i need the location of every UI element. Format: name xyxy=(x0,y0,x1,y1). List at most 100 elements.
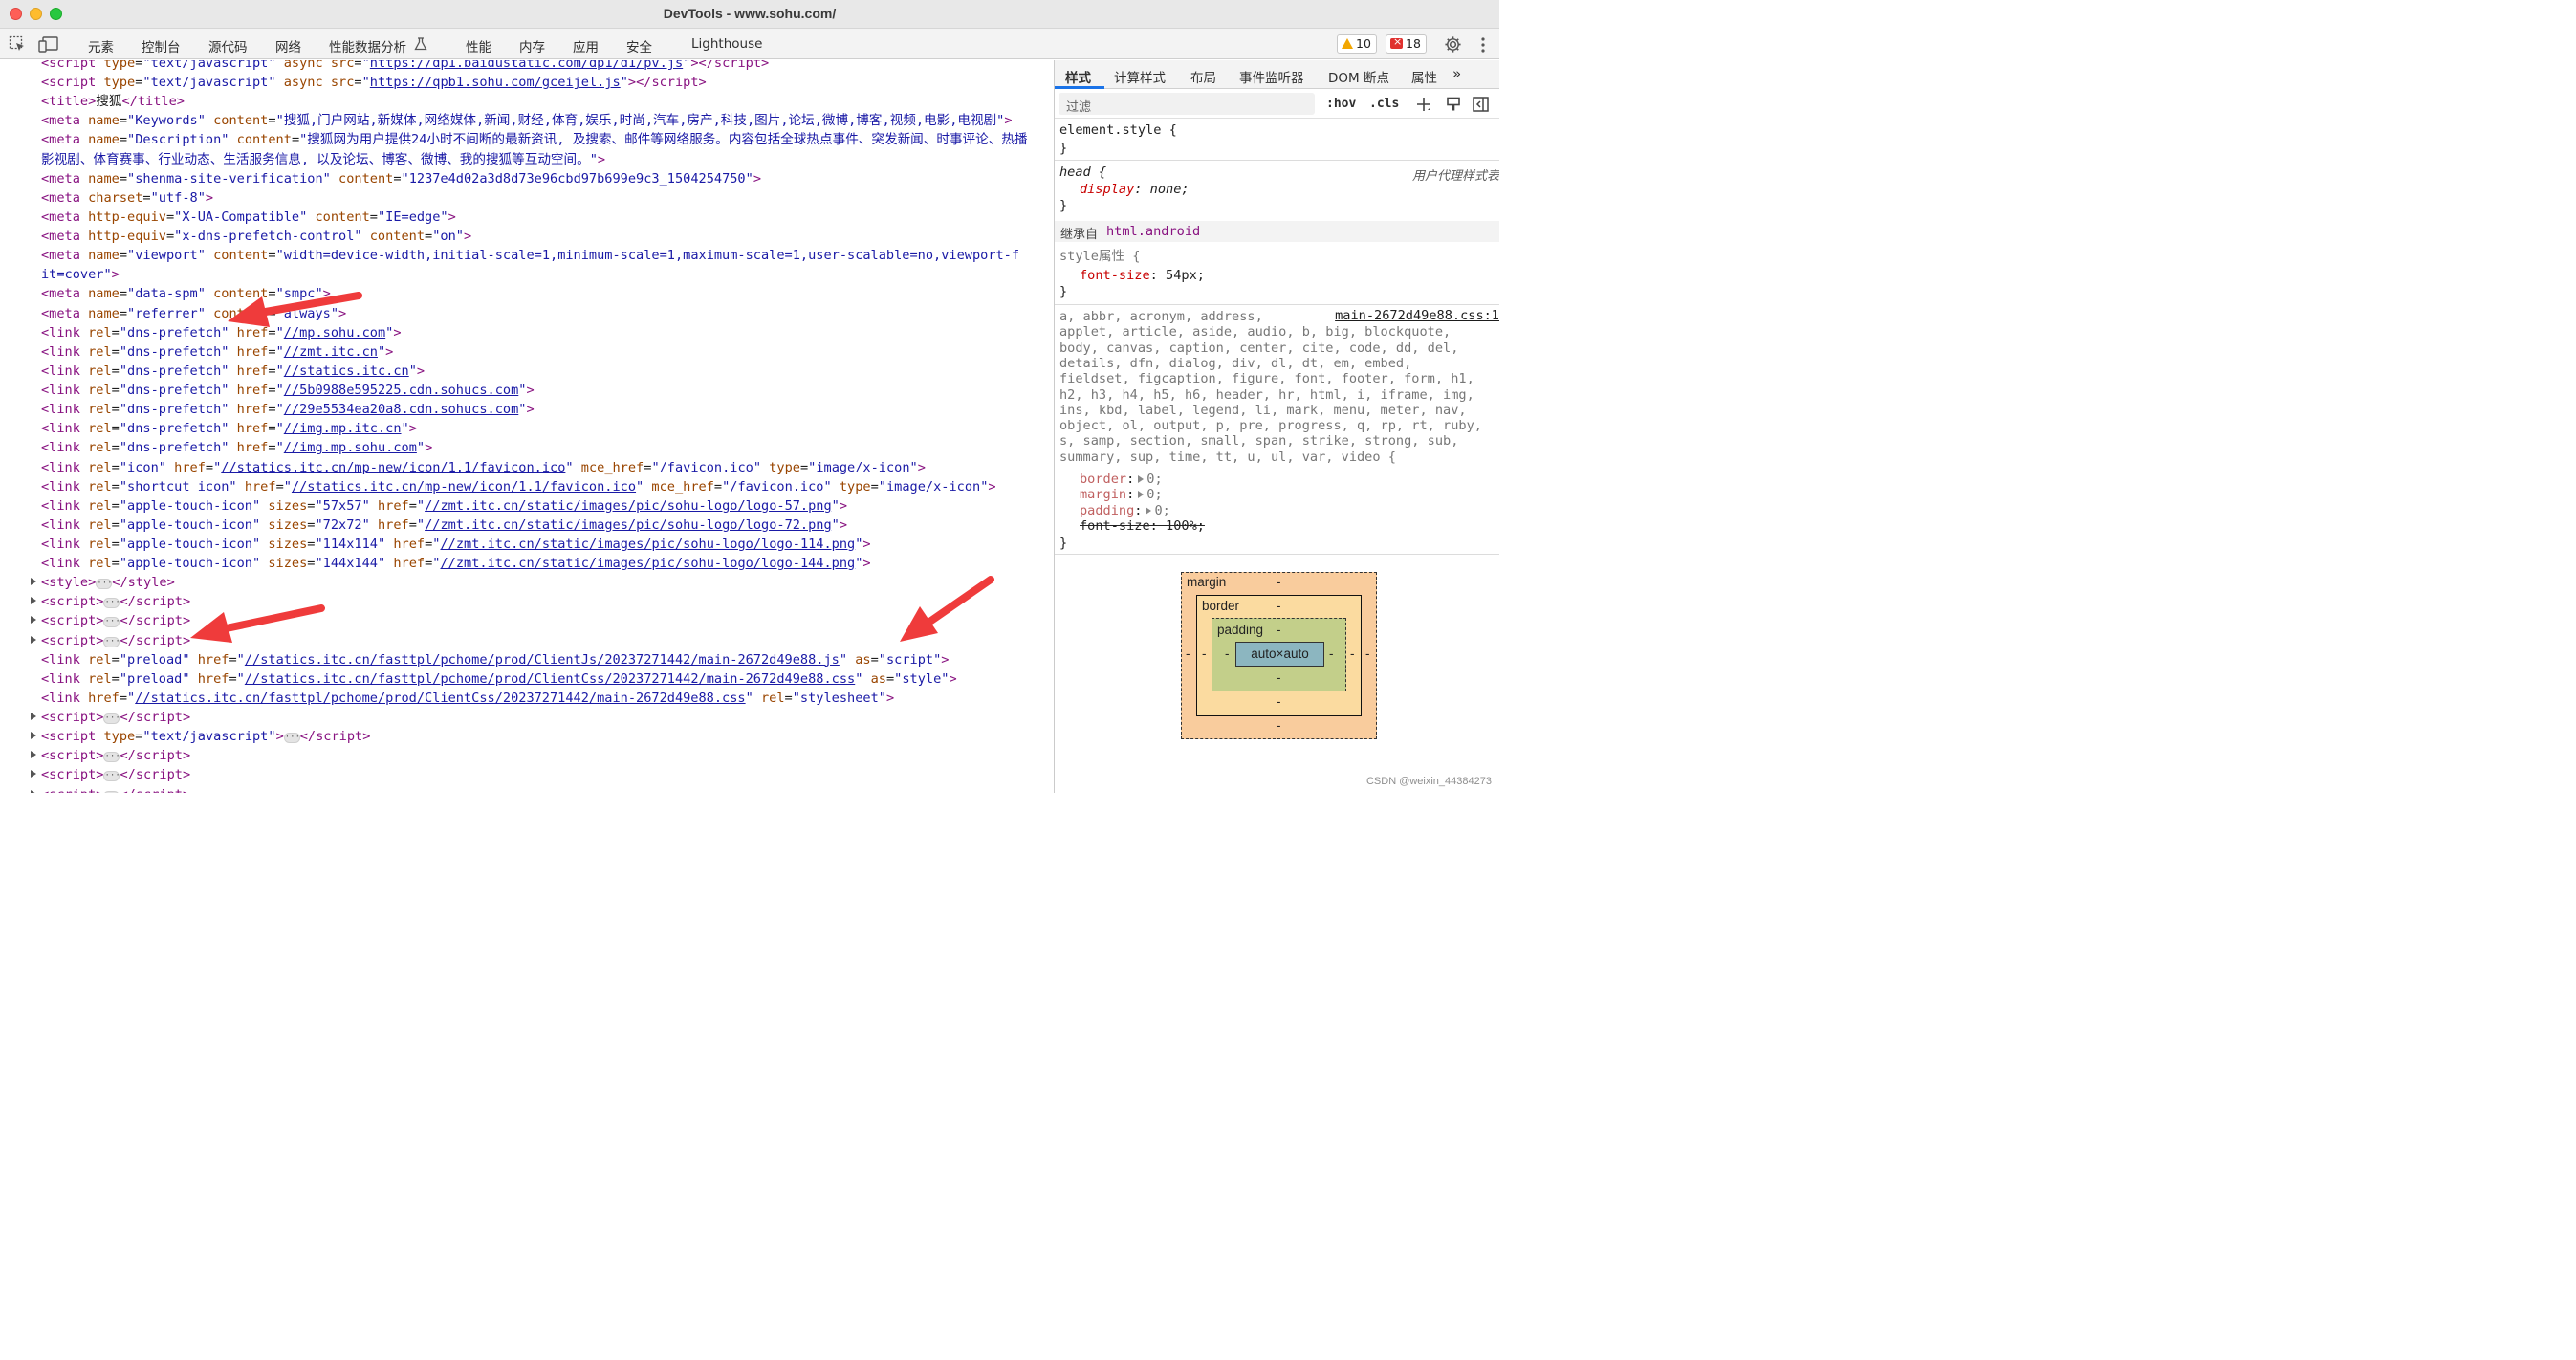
expand-triangle-icon[interactable] xyxy=(31,597,36,605)
dom-node-line[interactable]: <link rel="apple-touch-icon" sizes="57x5… xyxy=(0,496,1054,515)
dom-node-line[interactable]: <link rel="apple-touch-icon" sizes="72x7… xyxy=(0,515,1054,535)
dom-node-line[interactable]: <script type="text/javascript" async src… xyxy=(0,73,1054,92)
dom-node-line[interactable]: <link rel="preload" href="//statics.itc.… xyxy=(0,650,1054,669)
more-tabs-icon[interactable]: » xyxy=(1452,65,1461,82)
expand-triangle-icon[interactable] xyxy=(31,635,36,644)
dom-node-line[interactable]: <link href="//statics.itc.cn/fasttpl/pch… xyxy=(0,689,1054,708)
dom-node-line[interactable]: <script>···</script> xyxy=(0,631,1054,650)
tab-9[interactable]: Lighthouse xyxy=(691,36,762,52)
sidebar-tab-2[interactable]: 布局 xyxy=(1190,67,1216,86)
tab-8[interactable]: 安全 xyxy=(626,36,652,55)
sidebar-tab-1[interactable]: 计算样式 xyxy=(1114,67,1166,86)
padding-top-value[interactable]: - xyxy=(1277,623,1281,637)
tab-2[interactable]: 源代码 xyxy=(208,36,248,55)
tab-7[interactable]: 应用 xyxy=(573,36,599,55)
gear-icon[interactable] xyxy=(1444,35,1462,54)
border-right-value[interactable]: - xyxy=(1350,647,1355,661)
padding-left-value[interactable]: - xyxy=(1225,647,1230,661)
head-rule-selector[interactable]: head { xyxy=(1059,164,1106,181)
margin-bottom-value[interactable]: - xyxy=(1277,718,1281,733)
sidebar-tab-0[interactable]: 样式 xyxy=(1065,67,1091,86)
reset-selector-line[interactable]: s, samp, section, small, span, strike, s… xyxy=(1059,432,1458,450)
dom-node-line[interactable]: <link rel="dns-prefetch" href="//zmt.itc… xyxy=(0,342,1054,362)
reset-selector-line[interactable]: h2, h3, h4, h5, h6, header, hr, html, i,… xyxy=(1059,386,1474,404)
dom-node-line[interactable]: <link rel="apple-touch-icon" sizes="144x… xyxy=(0,554,1054,573)
tab-6[interactable]: 内存 xyxy=(519,36,545,55)
tab-3[interactable]: 网络 xyxy=(275,36,301,55)
dom-node-line[interactable]: <meta name="Keywords" content="搜狐,门户网站,新… xyxy=(0,111,1054,130)
sidebar-tab-5[interactable]: 属性 xyxy=(1411,67,1437,86)
reset-selector-line[interactable]: ins, kbd, label, legend, li, mark, menu,… xyxy=(1059,402,1467,419)
sidebar-tab-4[interactable]: DOM 断点 xyxy=(1328,67,1389,86)
dom-node-line[interactable]: <link rel="dns-prefetch" href="//statics… xyxy=(0,362,1054,381)
padding-bottom-value[interactable]: - xyxy=(1277,670,1281,685)
expand-triangle-icon[interactable] xyxy=(31,770,36,779)
expand-triangle-icon[interactable] xyxy=(31,578,36,586)
dom-node-line[interactable]: <link rel="shortcut icon" href="//static… xyxy=(0,477,1054,496)
dom-node-line[interactable]: <script>···</script> xyxy=(0,785,1054,793)
toggle-sidebar-icon[interactable] xyxy=(1473,97,1489,112)
dom-node-line[interactable]: <meta name="data-spm" content="smpc"> xyxy=(0,284,1054,303)
dom-node-line[interactable]: <meta name="viewport" content="width=dev… xyxy=(0,246,1054,265)
dom-node-line[interactable]: <meta name="shenma-site-verification" co… xyxy=(0,169,1054,188)
style-attr-selector[interactable]: style属性 { xyxy=(1059,248,1140,265)
tab-1[interactable]: 控制台 xyxy=(142,36,181,55)
dom-node-line[interactable]: it=cover"> xyxy=(0,265,1054,284)
expand-triangle-icon[interactable] xyxy=(31,616,36,625)
reset-selector-line[interactable]: object, ol, output, p, pre, progress, q,… xyxy=(1059,417,1482,434)
class-toggle[interactable]: .cls xyxy=(1369,97,1399,111)
dom-node-line[interactable]: <link rel="dns-prefetch" href="//mp.sohu… xyxy=(0,323,1054,342)
padding-right-value[interactable]: - xyxy=(1329,647,1334,661)
box-model-content[interactable]: auto×auto xyxy=(1235,642,1324,667)
struck-font-size-declaration[interactable]: font-size: 100%; xyxy=(1080,517,1205,535)
new-style-rule-icon[interactable] xyxy=(1416,97,1431,112)
reset-selector-line[interactable]: summary, sup, time, tt, u, ul, var, vide… xyxy=(1059,449,1396,466)
dom-node-line[interactable]: <script type="text/javascript">···</scri… xyxy=(0,727,1054,746)
dom-node-line[interactable]: <script>···</script> xyxy=(0,765,1054,784)
expand-triangle-icon[interactable] xyxy=(31,751,36,759)
hover-state-toggle[interactable]: :hov xyxy=(1326,97,1356,111)
dom-node-line[interactable]: <script type="text/javascript" async src… xyxy=(0,60,1054,73)
reset-declaration-margin[interactable]: margin: 0; xyxy=(1080,486,1163,503)
elements-panel[interactable]: <script type="text/javascript" async src… xyxy=(0,60,1054,793)
paint-brush-icon[interactable] xyxy=(1446,97,1461,112)
dom-node-line[interactable]: <script>···</script> xyxy=(0,611,1054,630)
inherited-from-node[interactable]: html.android xyxy=(1106,224,1200,239)
dom-node-line[interactable]: <link rel="apple-touch-icon" sizes="114x… xyxy=(0,535,1054,554)
element-style-selector[interactable]: element.style { xyxy=(1059,121,1177,139)
dom-node-line[interactable]: <script>···</script> xyxy=(0,746,1054,765)
dom-node-line[interactable]: <meta http-equiv="x-dns-prefetch-control… xyxy=(0,227,1054,246)
dom-node-line[interactable]: <meta charset="utf-8"> xyxy=(0,188,1054,208)
margin-top-value[interactable]: - xyxy=(1277,575,1281,589)
tab-5[interactable]: 性能 xyxy=(466,36,491,55)
tab-4[interactable]: 性能数据分析 xyxy=(329,36,406,55)
dom-node-line[interactable]: <meta name="Description" content="搜狐网为用户… xyxy=(0,130,1054,149)
dom-node-line[interactable]: <style>···</style> xyxy=(0,573,1054,592)
dom-node-line[interactable]: <script>···</script> xyxy=(0,708,1054,727)
head-display-declaration[interactable]: display: none; xyxy=(1080,181,1190,198)
more-options-icon[interactable] xyxy=(1478,36,1488,54)
border-bottom-value[interactable]: - xyxy=(1277,694,1281,709)
stylesheet-source-link[interactable]: main-2672d49e88.css:1 xyxy=(1335,308,1499,323)
reset-selector-line[interactable]: body, canvas, caption, center, cite, cod… xyxy=(1059,340,1458,357)
sidebar-tab-3[interactable]: 事件监听器 xyxy=(1239,67,1304,86)
inspect-element-icon[interactable] xyxy=(9,35,26,53)
border-top-value[interactable]: - xyxy=(1277,599,1281,613)
expand-triangle-icon[interactable] xyxy=(31,732,36,740)
dom-node-line[interactable]: <script>···</script> xyxy=(0,592,1054,611)
margin-left-value[interactable]: - xyxy=(1186,647,1190,661)
reset-declaration-border[interactable]: border: 0; xyxy=(1080,471,1163,488)
device-toolbar-icon[interactable] xyxy=(38,35,59,53)
warnings-badge[interactable]: 10 xyxy=(1337,34,1377,54)
dom-node-line[interactable]: <meta name="referrer" content="always"> xyxy=(0,304,1054,323)
tab-0[interactable]: 元素 xyxy=(88,36,114,55)
reset-selector-line[interactable]: a, abbr, acronym, address, xyxy=(1059,308,1263,325)
reset-selector-line[interactable]: applet, article, aside, audio, b, big, b… xyxy=(1059,323,1451,340)
expand-triangle-icon[interactable] xyxy=(31,713,36,721)
reset-selector-line[interactable]: details, dfn, dialog, div, dl, dt, em, e… xyxy=(1059,355,1411,372)
errors-badge[interactable]: 18 xyxy=(1386,34,1427,54)
expand-triangle-icon[interactable] xyxy=(31,789,36,793)
styles-filter-input[interactable]: 过滤 xyxy=(1059,93,1315,115)
font-size-declaration[interactable]: font-size: 54px; xyxy=(1080,267,1205,284)
dom-node-line[interactable]: 影视剧、体育赛事、行业动态、生活服务信息, 以及论坛、博客、微博、我的搜狐等互动… xyxy=(0,150,1054,169)
